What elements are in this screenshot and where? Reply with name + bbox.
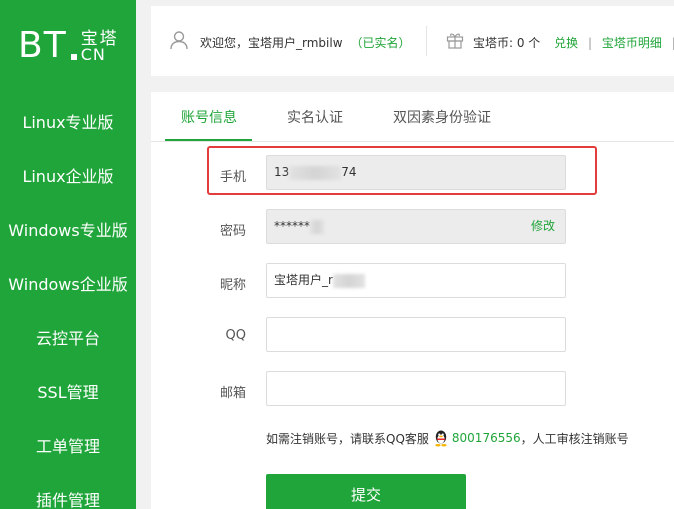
coin-balance: 宝塔币: 0 个 <box>473 36 541 50</box>
nickname-mask <box>332 273 365 288</box>
tab-bar: 账号信息 实名认证 双因素身份验证 <box>151 92 674 142</box>
cancel-account-note: 如需注销账号，请联系QQ客服 800176556 ，人工审核注销账号 <box>266 429 629 447</box>
gift-icon <box>446 33 464 49</box>
account-panel: 账号信息 实名认证 双因素身份验证 手机 13 74 密码 ****** 修改 昵… <box>151 92 674 509</box>
sidebar-item-windows-enterprise[interactable]: Windows企业版 <box>0 258 136 312</box>
password-field[interactable]: ****** 修改 <box>266 209 566 244</box>
logo-bt-text: BT <box>18 25 67 66</box>
exchange-link[interactable]: 兑换 <box>554 36 578 50</box>
top-bar: 欢迎您，宝塔用户_rmbilw （已实名） 宝塔币: 0 个 兑换 | 宝塔币明细… <box>151 6 674 76</box>
coin-info: 宝塔币: 0 个 兑换 | 宝塔币明细 | <box>473 34 674 51</box>
separator: | <box>587 36 593 50</box>
qq-support-number[interactable]: 800176556 <box>452 431 521 445</box>
sidebar-item-tickets[interactable]: 工单管理 <box>0 420 136 474</box>
coin-detail-link[interactable]: 宝塔币明细 <box>602 36 662 50</box>
welcome-text: 欢迎您，宝塔用户_rmbilw （已实名） <box>200 34 411 51</box>
tab-two-factor[interactable]: 双因素身份验证 <box>393 107 491 127</box>
sidebar-item-linux-pro[interactable]: Linux专业版 <box>0 96 136 150</box>
nickname-label: 昵称 <box>219 278 246 293</box>
sidebar-item-windows-pro[interactable]: Windows专业版 <box>0 204 136 258</box>
bt-logo[interactable]: BT 宝塔 CN <box>18 24 119 64</box>
divider <box>426 26 427 56</box>
email-input[interactable] <box>266 371 566 406</box>
user-icon <box>170 31 188 50</box>
password-label: 密码 <box>219 224 246 239</box>
note-suffix: ，人工审核注销账号 <box>520 431 629 446</box>
sidebar-nav: Linux专业版 Linux企业版 Windows专业版 Windows企业版 … <box>0 96 136 509</box>
note-prefix: 如需注销账号，请联系QQ客服 <box>266 431 429 446</box>
qq-input[interactable] <box>266 317 566 352</box>
tab-account-info[interactable]: 账号信息 <box>181 107 237 127</box>
qq-label: QQ <box>225 328 246 343</box>
verified-badge: （已实名） <box>350 36 411 50</box>
submit-button[interactable]: 提交 <box>266 474 466 509</box>
sidebar-item-cloud-control[interactable]: 云控平台 <box>0 312 136 366</box>
sidebar-item-plugins[interactable]: 插件管理 <box>0 474 136 509</box>
modify-password-link[interactable]: 修改 <box>531 210 555 243</box>
qq-penguin-icon[interactable] <box>433 429 449 447</box>
nickname-value: 宝塔用户_r <box>274 273 333 287</box>
logo-right: 宝塔 CN <box>81 31 119 63</box>
sidebar-item-ssl[interactable]: SSL管理 <box>0 366 136 420</box>
sidebar-item-linux-enterprise[interactable]: Linux企业版 <box>0 150 136 204</box>
welcome-user: 欢迎您，宝塔用户_rmbilw <box>200 36 343 50</box>
logo-dot <box>70 54 77 60</box>
nickname-input[interactable]: 宝塔用户_r <box>266 263 566 298</box>
sidebar: BT 宝塔 CN Linux专业版 Linux企业版 Windows专业版 Wi… <box>0 0 136 509</box>
email-label: 邮箱 <box>219 386 246 401</box>
logo-cn-bottom: CN <box>80 45 106 64</box>
password-value: ****** <box>274 219 310 233</box>
highlight-box <box>207 146 597 195</box>
password-mask <box>310 219 324 234</box>
tab-real-name[interactable]: 实名认证 <box>287 107 343 127</box>
active-tab-indicator <box>165 139 252 141</box>
